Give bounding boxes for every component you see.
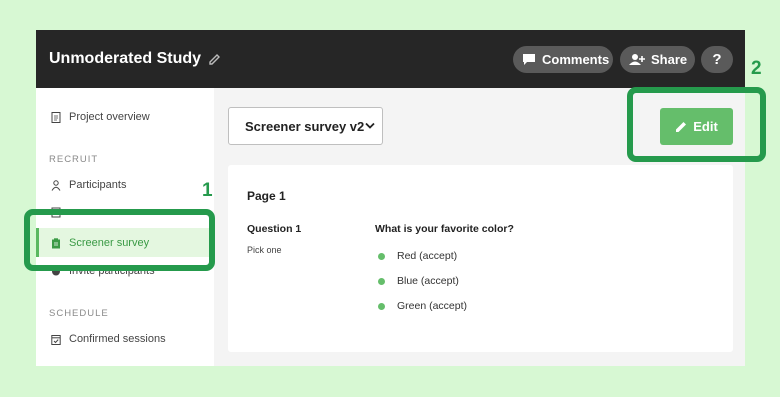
app-window: Unmoderated Study Comments Share ? Proje… (36, 30, 745, 366)
survey-version-value: Screener survey v2 (245, 118, 365, 134)
bullet-icon (378, 277, 385, 285)
help-label: ? (712, 51, 722, 68)
callout-box-2 (627, 87, 766, 162)
page-title: Page 1 (247, 189, 286, 203)
question-type: Pick one (247, 245, 282, 255)
callout-number-1: 1 (202, 180, 213, 201)
user-icon (51, 179, 61, 191)
document-icon (51, 111, 61, 123)
answer-option: Blue (accept) (378, 275, 459, 287)
survey-card: Page 1 Question 1 Pick one What is your … (228, 165, 733, 352)
comments-label: Comments (542, 52, 610, 67)
question-label: Question 1 (247, 223, 302, 235)
sidebar-item-label: Participants (69, 179, 127, 191)
calendar-check-icon (51, 334, 61, 345)
chevron-down-icon (365, 122, 375, 129)
share-label: Share (651, 52, 688, 67)
answer-option: Red (accept) (378, 250, 457, 262)
option-label: Blue (accept) (397, 275, 459, 287)
callout-box-1 (24, 209, 215, 271)
bullet-icon (378, 302, 385, 310)
bullet-icon (378, 252, 385, 260)
recruit-heading: RECRUIT (49, 154, 99, 165)
add-user-icon (629, 54, 645, 65)
share-button[interactable]: Share (620, 46, 695, 73)
answer-option: Green (accept) (378, 300, 467, 312)
question-text: What is your favorite color? (375, 223, 514, 235)
schedule-heading: SCHEDULE (49, 308, 109, 319)
help-button[interactable]: ? (701, 46, 733, 73)
top-bar: Unmoderated Study Comments Share ? (36, 30, 745, 88)
sidebar-item-participants[interactable]: Participants (51, 175, 126, 195)
callout-number-2: 2 (751, 58, 762, 79)
comments-button[interactable]: Comments (513, 46, 613, 73)
sidebar-item-label: Confirmed sessions (69, 333, 166, 345)
sidebar-item-confirmed-sessions[interactable]: Confirmed sessions (51, 329, 166, 349)
pencil-icon[interactable] (208, 52, 222, 66)
sidebar-item-project-overview[interactable]: Project overview (51, 107, 150, 127)
study-title: Unmoderated Study (49, 50, 202, 67)
comment-icon (523, 54, 535, 65)
option-label: Red (accept) (397, 250, 458, 262)
option-label: Green (accept) (397, 300, 468, 312)
sidebar-item-label: Project overview (69, 111, 150, 123)
survey-version-select[interactable]: Screener survey v2 (228, 107, 383, 145)
